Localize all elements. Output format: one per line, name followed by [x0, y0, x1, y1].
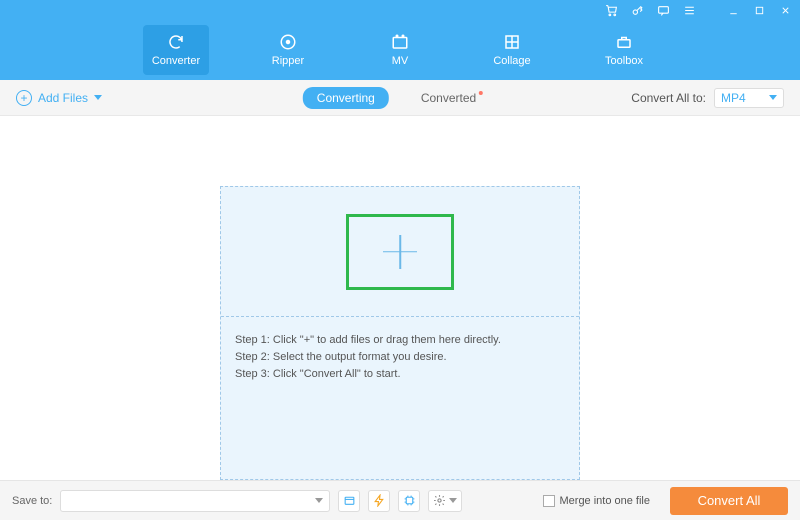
titlebar [0, 0, 800, 20]
add-files-button[interactable]: + Add Files [16, 90, 102, 106]
chevron-down-icon [769, 95, 777, 100]
tab-converter[interactable]: Converter [143, 25, 209, 75]
speed-button[interactable] [368, 490, 390, 512]
menu-icon[interactable] [682, 3, 696, 17]
toolbox-icon [615, 33, 633, 51]
tab-label: Collage [493, 55, 530, 67]
format-value: MP4 [721, 91, 746, 105]
collage-icon [503, 33, 521, 51]
tab-mv[interactable]: MV [367, 25, 433, 75]
checkbox-icon [543, 495, 555, 507]
dropzone-top [221, 187, 579, 317]
tab-ripper[interactable]: Ripper [255, 25, 321, 75]
segment-converting[interactable]: Converting [303, 87, 389, 109]
convert-all-label: Convert All to: [631, 91, 706, 105]
step-text: Step 1: Click "+" to add files or drag t… [235, 334, 565, 346]
maximize-icon[interactable] [752, 3, 766, 17]
main-nav: Converter Ripper MV Collage Toolbox [0, 20, 800, 80]
dropzone[interactable]: Step 1: Click "+" to add files or drag t… [220, 186, 580, 480]
sub-toolbar: + Add Files Converting Converted Convert… [0, 80, 800, 116]
gpu-button[interactable] [398, 490, 420, 512]
close-icon[interactable] [778, 3, 792, 17]
format-dropdown[interactable]: MP4 [714, 88, 784, 108]
add-files-label: Add Files [38, 91, 88, 105]
step-text: Step 2: Select the output format you des… [235, 351, 565, 363]
spacer [708, 3, 714, 17]
plus-icon: + [16, 90, 32, 106]
tab-toolbox[interactable]: Toolbox [591, 25, 657, 75]
convert-all-to: Convert All to: MP4 [631, 88, 784, 108]
dropzone-instructions: Step 1: Click "+" to add files or drag t… [221, 317, 579, 397]
merge-checkbox[interactable]: Merge into one file [543, 495, 651, 507]
tab-label: MV [392, 55, 409, 67]
status-segments: Converting Converted [303, 87, 497, 109]
mv-icon [391, 33, 409, 51]
chevron-down-icon [449, 498, 457, 503]
chevron-down-icon [315, 498, 323, 503]
ripper-icon [279, 33, 297, 51]
converter-icon [167, 33, 185, 51]
plus-icon [383, 235, 417, 269]
cart-icon[interactable] [604, 3, 618, 17]
merge-label: Merge into one file [560, 495, 651, 507]
step-text: Step 3: Click "Convert All" to start. [235, 368, 565, 380]
tab-label: Toolbox [605, 55, 643, 67]
add-file-big-button[interactable] [346, 214, 454, 290]
minimize-icon[interactable] [726, 3, 740, 17]
main-area: Step 1: Click "+" to add files or drag t… [0, 116, 800, 480]
chat-icon[interactable] [656, 3, 670, 17]
open-folder-button[interactable] [338, 490, 360, 512]
save-to-label: Save to: [12, 495, 52, 507]
tab-label: Converter [152, 55, 200, 67]
save-path-dropdown[interactable] [60, 490, 330, 512]
convert-all-button[interactable]: Convert All [670, 487, 788, 515]
tab-collage[interactable]: Collage [479, 25, 545, 75]
segment-converted[interactable]: Converted [407, 87, 497, 109]
footer-bar: Save to: Merge into one file Convert All [0, 480, 800, 520]
settings-button[interactable] [428, 490, 462, 512]
key-icon[interactable] [630, 3, 644, 17]
chevron-down-icon [94, 95, 102, 100]
tab-label: Ripper [272, 55, 304, 67]
